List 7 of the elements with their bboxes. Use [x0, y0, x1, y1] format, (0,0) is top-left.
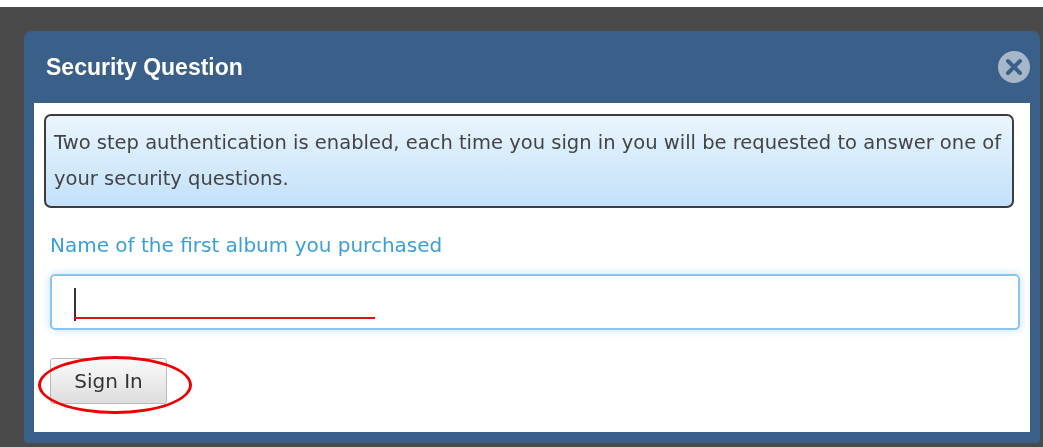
- close-icon[interactable]: [998, 51, 1030, 83]
- text-cursor: [74, 288, 76, 321]
- question-label: Name of the first album you purchased: [50, 232, 444, 259]
- notice-message: Two step authentication is enabled, each time you sign in you will be requested to answer one of your security questions.: [44, 114, 1014, 208]
- answer-field[interactable]: [50, 274, 1020, 330]
- dialog-title: Security Question: [46, 52, 243, 82]
- sign-in-button[interactable]: Sign In: [50, 358, 167, 404]
